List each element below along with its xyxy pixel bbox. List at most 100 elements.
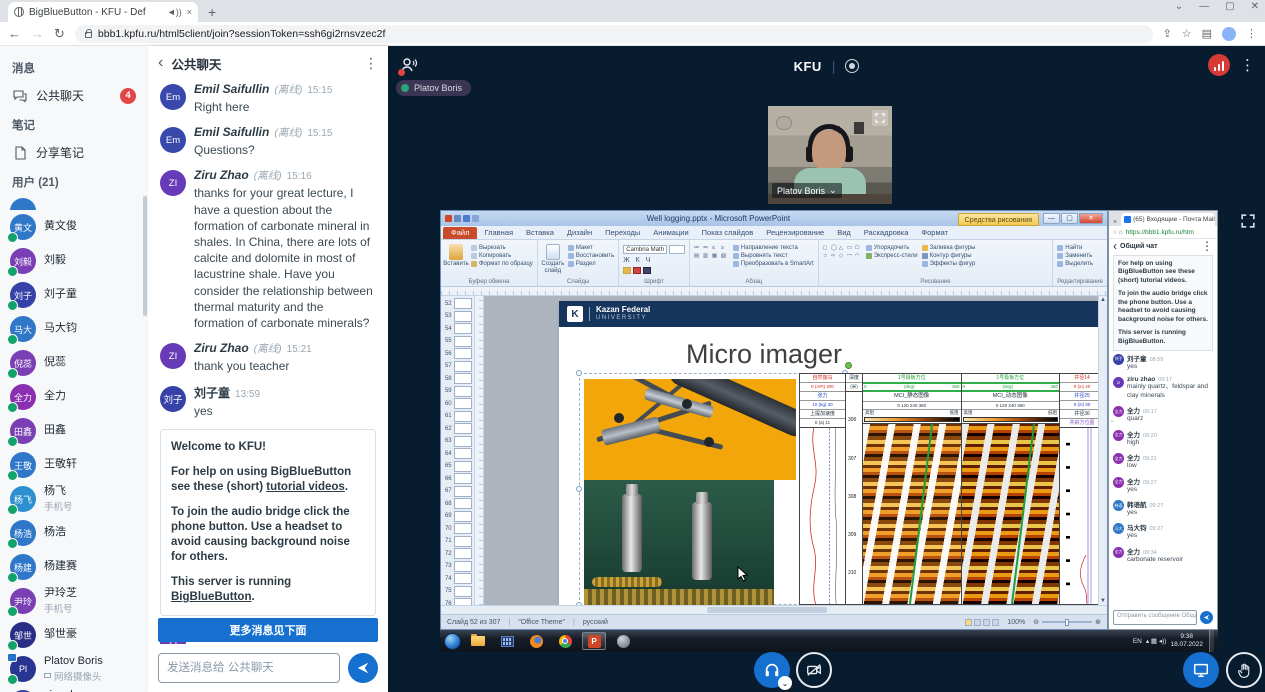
raise-hand-button[interactable] [1226,652,1262,688]
slide-thumbnail[interactable]: 57 [443,361,472,372]
send-message-button[interactable] [348,653,378,683]
slide-thumbnail[interactable]: 55 [443,336,472,347]
userlist-scrollbar[interactable] [143,196,147,316]
sidebar-item-public-chat[interactable]: 公共聊天 4 [0,80,148,111]
slide-thumbnail[interactable]: 76 [443,598,472,605]
side-panel-icon[interactable]: ▤ [1202,27,1212,40]
user-row-partial[interactable] [0,196,148,210]
slide-thumbnail[interactable]: 66 [443,473,472,484]
taskbar-other-app[interactable] [611,632,635,650]
slide-thumbnail[interactable]: 59 [443,386,472,397]
chat-message-list[interactable]: Em Emil Saifullin (离线) 15:15 Right here [148,80,388,644]
ppt-restore-button[interactable]: ▢ [1061,213,1078,224]
taskbar-clock[interactable]: 9:38 18.07.2022 [1170,633,1203,649]
ribbon-tab[interactable]: Анимации [647,227,694,239]
rotate-handle[interactable] [845,362,852,369]
window-chevron-icon[interactable]: ⌄ [1175,1,1183,12]
sb-message-list[interactable]: 刘子 刘子童08:59 yes ZI [1109,353,1217,609]
other-tab-close-icon[interactable]: × [1111,219,1119,226]
sb-chat-back-icon[interactable]: ‹ [1113,239,1117,253]
user-row[interactable]: 杨飞 杨飞 手机号 [0,482,148,516]
slide-thumbnail[interactable]: 71 [443,536,472,547]
slide-thumbnail[interactable]: 64 [443,448,472,459]
ppt-close-button[interactable]: ✕ [1079,213,1103,224]
zoom-slider[interactable]: ⊖⊕ [1033,618,1101,626]
ribbon-tab[interactable]: Дизайн [561,227,598,239]
taskbar-chrome[interactable] [553,632,577,650]
sb-scrollbar-arrow[interactable]: ⌃ [1109,420,1115,460]
slide-thumbnails-panel[interactable]: 52 53 54 [441,296,475,605]
undo-icon[interactable] [463,215,470,222]
ribbon-tab[interactable]: Вставка [520,227,560,239]
slide-thumbnail[interactable]: 68 [443,498,472,509]
ribbon-tab[interactable]: Главная [478,227,519,239]
user-row[interactable]: 尹玲 尹玲芝 手机号 [0,584,148,618]
chrome-menu-icon[interactable]: ⋮ [1246,27,1257,40]
sb-address-bar[interactable]: ○ ⌂ https://bbb1.kpfu.ru/htm [1109,226,1217,239]
chat-message-input[interactable] [158,653,340,683]
sb-chat-menu-icon[interactable]: ⋮ [1201,239,1213,253]
sb-message-input[interactable]: Отправить сообщение Общий чат [1113,610,1197,625]
tab-close-icon[interactable]: × [187,7,192,17]
slide-thumbnail[interactable]: 61 [443,411,472,422]
ppt-horizontal-scrollbar[interactable] [441,605,1107,614]
slide-thumbnail[interactable]: 74 [443,573,472,584]
start-button[interactable] [444,633,461,650]
user-row[interactable]: ZI ziru zhao 手机号 [0,686,148,692]
address-bar[interactable]: bbb1.kpfu.ru/html5client/join?sessionTok… [75,25,1153,43]
user-row[interactable]: 马大 马大钧 [0,312,148,346]
slide-thumbnail[interactable]: 69 [443,511,472,522]
chat-menu-icon[interactable]: ⋮ [364,55,378,72]
user-row[interactable]: 杨建 杨建赛 [0,550,148,584]
webcam-name-label[interactable]: Platov Boris ⌄ [772,183,842,198]
show-desktop-button[interactable] [1209,630,1214,652]
profile-avatar[interactable] [1222,27,1236,41]
drawing-tools-tab[interactable]: Средства рисования [958,213,1039,226]
mailru-tab[interactable]: (65) Входящие - Почта Mail.ru [1121,213,1215,226]
shapes-gallery[interactable]: ◻◯△▭⬠ ☆⇨◇⌒◠ [823,242,862,260]
user-row[interactable]: 刘毅 刘毅 [0,244,148,278]
user-row[interactable]: 杨浩 杨浩 [0,516,148,550]
talking-indicator-icon[interactable] [400,56,420,74]
chat-back-icon[interactable]: ‹ [158,55,163,71]
slide-thumbnail[interactable]: 73 [443,561,472,572]
tutorial-videos-link[interactable]: tutorial videos [266,481,345,493]
webcam-video[interactable]: Platov Boris ⌄ [768,106,892,204]
slide-thumbnail[interactable]: 70 [443,523,472,534]
window-maximize-button[interactable]: ▢ [1225,1,1234,12]
talker-pill[interactable]: Platov Boris [396,80,471,96]
font-name-box[interactable]: Cambria Math [623,245,667,254]
user-row[interactable]: Pl Platov Boris 网络摄像头 [0,652,148,686]
window-close-button[interactable]: ✕ [1251,1,1259,12]
redo-icon[interactable] [472,215,479,222]
user-row[interactable]: 倪蕊 倪蕊 [0,346,148,380]
ribbon-tab[interactable]: Рецензирование [760,227,830,239]
presentation-fullscreen-icon[interactable] [1239,212,1257,230]
slide-thumbnail[interactable]: 54 [443,323,472,334]
slide-canvas[interactable]: K Kazan Federal UNIVERSITY Micro imager [484,296,1098,605]
screenshare-view[interactable]: Well logging.pptx - Microsoft PowerPoint… [440,210,1218,652]
more-messages-button[interactable]: 更多消息见下面 [158,618,378,642]
language-indicator[interactable]: русский [583,619,608,626]
taskbar-media-app[interactable] [495,632,519,650]
slide-thumbnail[interactable]: 58 [443,373,472,384]
user-row[interactable]: 全力 全力 [0,380,148,414]
bigbluebutton-link[interactable]: BigBlueButton [171,591,251,603]
webcam-toggle-button[interactable] [796,652,832,688]
ppt-vertical-scrollbar[interactable]: ▲▼ [1098,296,1107,605]
options-menu-icon[interactable]: ⋮ [1240,56,1255,74]
ribbon-tab[interactable]: Вид [831,227,857,239]
new-slide-button[interactable]: Создать слайд [542,242,564,274]
slide-thumbnail[interactable]: 65 [443,461,472,472]
tray-icons[interactable]: ▴ ▦ ◂)) [1146,637,1167,645]
ppt-minimize-button[interactable]: — [1043,213,1060,224]
slide-thumbnail[interactable]: 63 [443,436,472,447]
slide-thumbnail[interactable]: 75 [443,586,472,597]
slide-thumbnail[interactable]: 52 [443,298,472,309]
ribbon-tab[interactable]: Показ слайдов [696,227,760,239]
audio-dropdown-badge[interactable]: ⌄ [778,676,792,690]
sb-send-button[interactable] [1200,611,1213,624]
lock-icon[interactable] [85,32,92,38]
view-buttons[interactable] [965,619,999,626]
taskbar-powerpoint[interactable]: P [582,632,606,650]
